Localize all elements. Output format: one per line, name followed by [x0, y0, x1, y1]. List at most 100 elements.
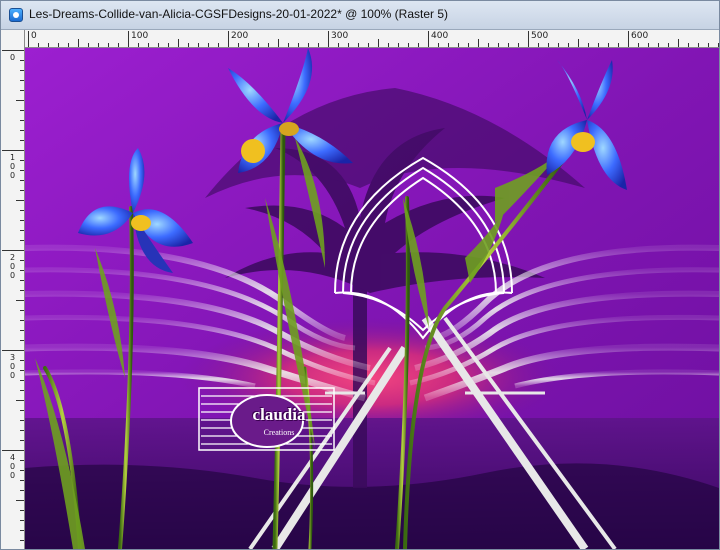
- vertical-ruler[interactable]: 0 100 200 300 400: [1, 48, 25, 549]
- ruler-tick: [288, 43, 289, 47]
- horizontal-ruler[interactable]: 0 100 200 300 400 500 600: [25, 30, 719, 48]
- ruler-tick: [20, 310, 24, 311]
- ruler-tick: [20, 70, 24, 71]
- ruler-tick: [20, 340, 24, 341]
- artwork: [25, 48, 719, 549]
- ruler-tick: [598, 43, 599, 47]
- watermark-subtext: Creations: [263, 428, 295, 437]
- ruler-tick: [418, 43, 419, 47]
- ruler-tick: [20, 230, 24, 231]
- ruler-tick: [458, 43, 459, 47]
- ruler-tick: [20, 480, 24, 481]
- ruler-tick: [20, 120, 24, 121]
- ruler-tick: [538, 43, 539, 47]
- ruler-label-100: 100: [9, 153, 16, 180]
- ruler-tick: [20, 410, 24, 411]
- ruler-tick: [328, 31, 329, 47]
- image-canvas[interactable]: claudia Creations: [25, 48, 719, 549]
- ruler-tick: [368, 43, 369, 47]
- ruler-tick: [20, 190, 24, 191]
- ruler-tick: [698, 43, 699, 47]
- ruler-tick: [20, 490, 24, 491]
- ruler-tick: [158, 43, 159, 47]
- ruler-tick: [498, 43, 499, 47]
- ruler-label-400: 400: [431, 31, 449, 41]
- ruler-tick: [68, 43, 69, 47]
- ruler-tick: [20, 420, 24, 421]
- ruler-tick: [20, 60, 24, 61]
- ruler-tick: [488, 43, 489, 47]
- ruler-tick: [20, 440, 24, 441]
- ruler-tick: [588, 43, 589, 47]
- ruler-tick: [20, 360, 24, 361]
- ruler-tick: [628, 31, 629, 47]
- ruler-tick: [2, 350, 24, 351]
- ruler-tick: [20, 270, 24, 271]
- ruler-tick: [28, 31, 29, 47]
- ruler-tick: [508, 43, 509, 47]
- ruler-tick: [20, 180, 24, 181]
- ruler-tick: [118, 43, 119, 47]
- ruler-tick: [578, 39, 579, 47]
- ruler-tick: [20, 140, 24, 141]
- ruler-tick: [168, 43, 169, 47]
- ruler-tick: [20, 470, 24, 471]
- ruler-tick: [278, 39, 279, 47]
- ruler-tick: [238, 43, 239, 47]
- ruler-tick: [98, 43, 99, 47]
- ruler-tick: [388, 43, 389, 47]
- ruler-tick: [38, 43, 39, 47]
- ruler-tick: [268, 43, 269, 47]
- ruler-tick: [20, 320, 24, 321]
- ruler-tick: [16, 400, 24, 401]
- ruler-tick: [58, 43, 59, 47]
- ruler-tick: [2, 50, 24, 51]
- ruler-tick: [188, 43, 189, 47]
- ruler-tick: [16, 100, 24, 101]
- ruler-tick: [258, 43, 259, 47]
- ruler-tick: [88, 43, 89, 47]
- ruler-tick: [308, 43, 309, 47]
- ruler-tick: [528, 31, 529, 47]
- ruler-corner: [1, 30, 25, 48]
- ruler-tick: [198, 43, 199, 47]
- title-bar[interactable]: Les-Dreams-Collide-van-Alicia-CGSFDesign…: [1, 1, 719, 30]
- ruler-tick: [20, 390, 24, 391]
- ruler-label-500: 500: [531, 31, 549, 41]
- ruler-tick: [20, 510, 24, 511]
- ruler-tick: [16, 300, 24, 301]
- ruler-tick: [658, 43, 659, 47]
- ruler-label-200: 200: [9, 253, 16, 280]
- ruler-tick: [378, 39, 379, 47]
- ruler-tick: [20, 240, 24, 241]
- ruler-tick: [20, 280, 24, 281]
- ruler-tick: [16, 500, 24, 501]
- ruler-tick: [718, 43, 719, 47]
- window-title: Les-Dreams-Collide-van-Alicia-CGSFDesign…: [29, 7, 448, 21]
- ruler-label-300: 300: [331, 31, 349, 41]
- ruler-label-400: 400: [9, 453, 16, 480]
- ruler-tick: [20, 460, 24, 461]
- ruler-label-600: 600: [631, 31, 649, 41]
- ruler-tick: [20, 380, 24, 381]
- ruler-tick: [688, 43, 689, 47]
- ruler-label-100: 100: [131, 31, 149, 41]
- ruler-tick: [20, 540, 24, 541]
- ruler-tick: [20, 130, 24, 131]
- ruler-tick: [338, 43, 339, 47]
- ruler-tick: [138, 43, 139, 47]
- ruler-tick: [348, 43, 349, 47]
- ruler-tick: [358, 43, 359, 47]
- ruler-tick: [16, 200, 24, 201]
- ruler-tick: [20, 220, 24, 221]
- paintshop-app-icon: [9, 8, 23, 22]
- ruler-tick: [78, 39, 79, 47]
- ruler-tick: [208, 43, 209, 47]
- ruler-tick: [428, 31, 429, 47]
- ruler-tick: [568, 43, 569, 47]
- ruler-tick: [638, 43, 639, 47]
- ruler-tick: [20, 370, 24, 371]
- ruler-label-300: 300: [9, 353, 16, 380]
- ruler-tick: [518, 43, 519, 47]
- ruler-tick: [20, 330, 24, 331]
